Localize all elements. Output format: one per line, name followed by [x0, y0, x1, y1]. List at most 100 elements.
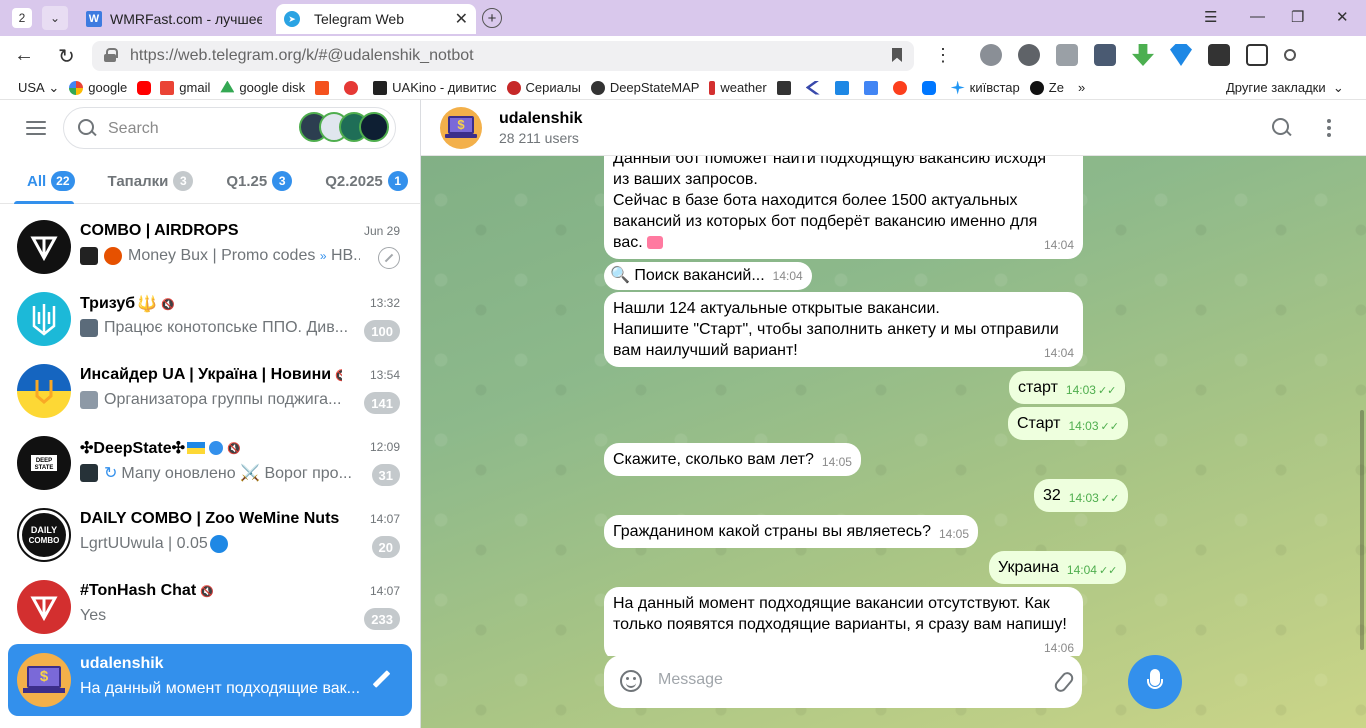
- p-icon: [834, 80, 849, 95]
- mute-icon: 🔇: [161, 298, 175, 311]
- browser-menu-icon[interactable]: ☰: [1204, 8, 1217, 26]
- bookmark-weather[interactable]: weather: [709, 80, 767, 95]
- chat-avatar[interactable]: $: [440, 107, 482, 149]
- extension-briefcase-icon[interactable]: [1056, 44, 1078, 66]
- search-input[interactable]: Search: [63, 107, 396, 149]
- tab-all[interactable]: All 22: [0, 158, 88, 204]
- avatar: [17, 364, 71, 418]
- telegram-app: Search All 22 Тапалки 3 Q1.25 3 Q2.2025 1 CO…: [0, 100, 1366, 728]
- read-checkmarks-icon: ✓✓: [1097, 385, 1117, 397]
- emoji-smile-icon[interactable]: [620, 670, 642, 692]
- back-arrow-icon[interactable]: ←: [14, 44, 34, 67]
- bookmark-ze[interactable]: Ze: [1029, 80, 1064, 95]
- tab-q1-25[interactable]: Q1.25 3: [206, 158, 305, 204]
- other-bookmarks[interactable]: Другие закладки ⌄: [1226, 80, 1344, 96]
- tab-q2-2025[interactable]: Q2.2025 1: [305, 158, 421, 204]
- unread-badge: 31: [371, 464, 400, 486]
- bookmark-vk[interactable]: [921, 80, 941, 95]
- bookmark-arrow[interactable]: [805, 80, 825, 95]
- chat-item-tonhash[interactable]: #TonHash Chat 🔇 14:07 Yes 233: [8, 571, 412, 643]
- chat-preview: Працює конотопське ППО. Див...: [80, 319, 360, 337]
- story-avatar[interactable]: [359, 112, 389, 142]
- pin-icon: [378, 247, 400, 269]
- minimize-icon[interactable]: —: [1250, 8, 1265, 25]
- bookmark-bc[interactable]: [776, 80, 796, 95]
- message-time: 14:06: [1043, 641, 1074, 655]
- bookmark-p[interactable]: [834, 80, 854, 95]
- message-placeholder: Message: [658, 671, 723, 688]
- chat-item-tryzub[interactable]: Тризуб 🔱 🔇 13:32 Працює конотопське ППО. Д…: [8, 283, 412, 355]
- extension-music-icon[interactable]: [1094, 44, 1116, 66]
- chat-preview: LgrtUUwula | 0.05: [80, 535, 360, 553]
- uakino-icon: [373, 80, 388, 95]
- url-field[interactable]: https://web.telegram.org/k/#@udalenshik_…: [92, 41, 914, 71]
- chat-name: Инсайдер UA | Україна | Новини 🔇: [80, 366, 342, 384]
- bookmark-uakino[interactable]: UAKino - дивитис: [373, 80, 497, 95]
- more-vertical-icon[interactable]: ⋮: [934, 45, 952, 66]
- bookmark-kyivstar[interactable]: київстар: [950, 80, 1020, 95]
- bookmark-deepstatemap[interactable]: DeepStateMAP: [590, 80, 699, 95]
- bc-icon: [776, 80, 791, 95]
- chat-item-insider-ua[interactable]: Инсайдер UA | Україна | Новини 🔇 13:54 Ор…: [8, 355, 412, 427]
- bookmark-usa[interactable]: USA ⌄: [18, 80, 59, 96]
- chat-item-deepstate[interactable]: DEEP STATE ✣DeepState✣ 🔇 12:09 ↻ Мапу оновл…: [8, 427, 412, 499]
- voice-record-button[interactable]: [1128, 655, 1182, 709]
- bookmark-google-disk[interactable]: google disk: [220, 80, 305, 95]
- extension-arrow-icon[interactable]: [1208, 44, 1230, 66]
- close-window-icon[interactable]: ✕: [1336, 8, 1349, 26]
- unread-badge: 141: [364, 392, 400, 414]
- message-time: 14:04 ✓✓: [1066, 563, 1118, 577]
- hamburger-menu-icon[interactable]: [26, 121, 46, 135]
- message-input[interactable]: Message: [604, 655, 1082, 708]
- bookmark-youtube[interactable]: [137, 80, 156, 95]
- yandex-icon: [892, 80, 907, 95]
- ton-icon: [209, 535, 228, 553]
- compose-pencil-icon[interactable]: [370, 669, 392, 691]
- attach-paperclip-icon[interactable]: [1052, 669, 1076, 695]
- globe-icon[interactable]: [980, 44, 1002, 66]
- download-arrow-icon[interactable]: [1132, 44, 1154, 66]
- photo-thumbnail-icon: [80, 391, 98, 409]
- message-time: 14:05: [821, 455, 852, 469]
- bookmark-icon[interactable]: [892, 48, 902, 62]
- close-tab-icon[interactable]: ✕: [455, 9, 468, 29]
- ublock-icon[interactable]: [1018, 44, 1040, 66]
- google-icon: [69, 80, 84, 95]
- browser-tab-telegram[interactable]: ➤ Telegram Web ✕: [276, 4, 476, 34]
- bookmark-translate[interactable]: [863, 80, 883, 95]
- mute-icon: 🔇: [227, 442, 241, 455]
- tab-count[interactable]: 2: [12, 8, 32, 28]
- tab-list-chevron-icon[interactable]: ⌄: [42, 6, 68, 30]
- browser-tab-wmrfast[interactable]: W WMRFast.com - лучшее м: [78, 4, 270, 34]
- diamond-icon[interactable]: [1170, 44, 1192, 66]
- chat-item-udalenshik[interactable]: $ udalenshik На данный момент подходящие…: [8, 644, 412, 716]
- more-bookmarks-icon[interactable]: »: [1078, 80, 1085, 95]
- trident-emoji: 🔱: [137, 296, 158, 313]
- profile-icon[interactable]: [1284, 49, 1296, 61]
- tab-tapalki[interactable]: Тапалки 3: [88, 158, 207, 204]
- message-time: 14:04: [772, 269, 803, 283]
- bookmark-serials[interactable]: Сериалы: [506, 80, 581, 95]
- chat-item-combo-airdrops[interactable]: COMBO | AIRDROPS Jun 29 Money Bux | Prom…: [8, 211, 412, 283]
- scrollbar[interactable]: [1360, 410, 1364, 650]
- new-tab-icon[interactable]: +: [482, 8, 502, 28]
- bookmark-google[interactable]: google: [69, 80, 127, 95]
- bookmark-yandex[interactable]: [892, 80, 912, 95]
- chat-header[interactable]: $ udalenshik 28 211 users: [421, 100, 1366, 156]
- more-vertical-icon[interactable]: [1327, 119, 1331, 137]
- chat-time: 12:09: [369, 440, 400, 454]
- avatar: [17, 292, 71, 346]
- bookmark-f[interactable]: [315, 80, 334, 95]
- bookmark-gmail[interactable]: gmail: [160, 80, 210, 95]
- stories-avatars[interactable]: [299, 112, 389, 142]
- bookmarks-bar: USA ⌄ google gmail google disk UAKino - …: [0, 76, 1366, 100]
- extension-puzzle-icon[interactable]: [1246, 44, 1268, 66]
- message-time: 14:03 ✓✓: [1065, 383, 1117, 397]
- search-icon[interactable]: [1272, 118, 1292, 138]
- chat-item-daily-combo[interactable]: DAILY COMBO DAILY COMBO | Zoo WeMine Nuts…: [8, 499, 412, 571]
- chat-preview: Организатора группы поджига...: [80, 391, 360, 409]
- reload-icon[interactable]: ↻: [58, 44, 75, 69]
- bookmark-star[interactable]: [344, 80, 363, 95]
- restore-icon[interactable]: ❐: [1291, 8, 1304, 26]
- browser-tab-strip: 2 ⌄ W WMRFast.com - лучшее м ➤ Telegram …: [0, 0, 1366, 36]
